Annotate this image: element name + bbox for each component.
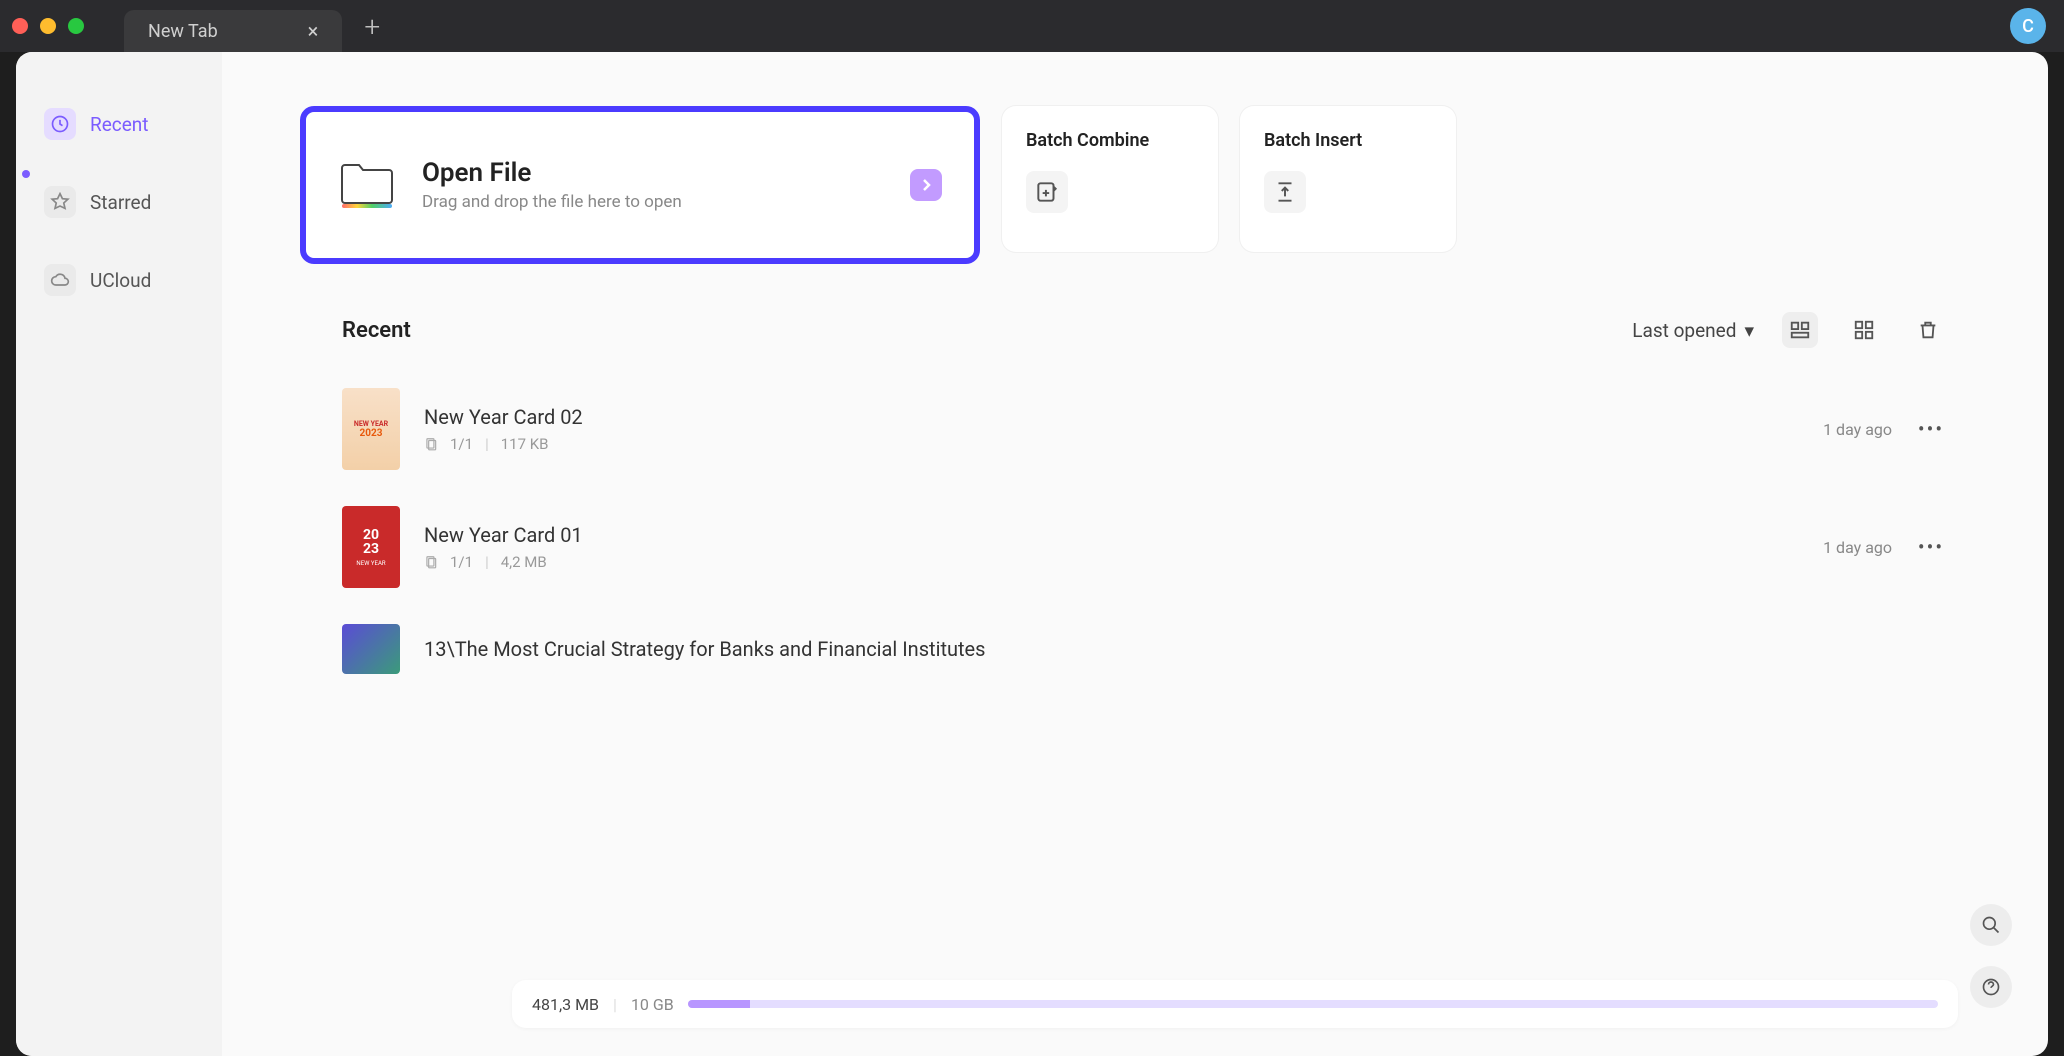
chevron-down-icon: ▾ — [1744, 319, 1754, 342]
meta-separator: | — [485, 553, 489, 571]
section-title: Recent — [300, 318, 411, 343]
file-pages: 1/1 — [450, 553, 473, 571]
grid-view-button[interactable] — [1846, 312, 1882, 348]
close-window-button[interactable] — [12, 18, 28, 34]
combine-icon — [1026, 171, 1068, 213]
file-thumbnail: 2023 NEW YEAR — [342, 506, 400, 588]
batch-insert-card[interactable]: Batch Insert — [1240, 106, 1456, 252]
storage-progress-track — [688, 1000, 1938, 1008]
main-content: Open File Drag and drop the file here to… — [222, 52, 2048, 1056]
avatar-initial: C — [2022, 16, 2034, 37]
search-button[interactable] — [1970, 904, 2012, 946]
storage-total: 10 GB — [631, 995, 674, 1014]
file-list: NEW YEAR 2023 New Year Card 02 1/1 | 117… — [300, 388, 1988, 674]
sort-dropdown[interactable]: Last opened ▾ — [1632, 319, 1754, 342]
sidebar-item-starred[interactable]: Starred — [34, 178, 204, 226]
close-tab-button[interactable]: × — [308, 19, 319, 43]
tab-new-tab[interactable]: New Tab × — [124, 10, 342, 52]
sidebar-item-recent[interactable]: Recent — [34, 100, 204, 148]
file-thumbnail: NEW YEAR 2023 — [342, 388, 400, 470]
sidebar-item-label: Recent — [90, 113, 149, 136]
open-file-title: Open File — [422, 158, 886, 188]
file-meta: 1/1 | 117 KB — [424, 435, 1748, 453]
file-time: 1 day ago — [1772, 538, 1892, 557]
file-row[interactable]: 2023 NEW YEAR New Year Card 01 1/1 | 4,2… — [342, 506, 1946, 588]
file-info: New Year Card 02 1/1 | 117 KB — [424, 405, 1748, 453]
card-title: Batch Insert — [1264, 130, 1432, 151]
help-button[interactable] — [1970, 966, 2012, 1008]
file-thumbnail — [342, 624, 400, 674]
open-file-subtitle: Drag and drop the file here to open — [422, 192, 886, 212]
window-titlebar: New Tab × + C — [0, 0, 2064, 52]
file-info: 13\The Most Crucial Strategy for Banks a… — [424, 637, 1946, 661]
pages-icon — [424, 437, 438, 451]
file-name: New Year Card 01 — [424, 523, 1748, 547]
file-name: New Year Card 02 — [424, 405, 1748, 429]
pages-icon — [424, 555, 438, 569]
sidebar-item-ucloud[interactable]: UCloud — [34, 256, 204, 304]
delete-button[interactable] — [1910, 312, 1946, 348]
clock-icon — [44, 108, 76, 140]
minimize-window-button[interactable] — [40, 18, 56, 34]
file-meta: 1/1 | 4,2 MB — [424, 553, 1748, 571]
section-header: Recent Last opened ▾ — [300, 312, 1988, 348]
section-controls: Last opened ▾ — [1632, 312, 1988, 348]
open-file-card[interactable]: Open File Drag and drop the file here to… — [300, 106, 980, 264]
traffic-lights — [12, 18, 84, 34]
file-name: 13\The Most Crucial Strategy for Banks a… — [424, 637, 1946, 661]
sidebar-item-label: Starred — [90, 191, 151, 214]
file-row[interactable]: 13\The Most Crucial Strategy for Banks a… — [342, 624, 1946, 674]
file-more-button[interactable]: ••• — [1916, 417, 1946, 441]
folder-open-icon — [338, 160, 398, 210]
sidebar-active-dot — [22, 170, 30, 178]
insert-icon — [1264, 171, 1306, 213]
file-size: 117 KB — [501, 435, 549, 453]
top-action-cards: Open File Drag and drop the file here to… — [300, 106, 1988, 264]
maximize-window-button[interactable] — [68, 18, 84, 34]
sidebar-item-label: UCloud — [90, 269, 151, 292]
storage-separator: | — [613, 995, 617, 1014]
card-title: Batch Combine — [1026, 130, 1194, 151]
sidebar: Recent Starred UCloud — [16, 52, 222, 1056]
storage-used: 481,3 MB — [532, 995, 599, 1014]
storage-bar: 481,3 MB | 10 GB — [512, 980, 1958, 1028]
batch-combine-card[interactable]: Batch Combine — [1002, 106, 1218, 252]
open-file-text: Open File Drag and drop the file here to… — [422, 158, 886, 212]
open-file-arrow-button[interactable] — [910, 169, 942, 201]
new-tab-button[interactable]: + — [364, 10, 380, 43]
file-size: 4,2 MB — [501, 553, 547, 571]
list-view-button[interactable] — [1782, 312, 1818, 348]
app-body: Recent Starred UCloud Open File Drag an — [16, 52, 2048, 1056]
file-pages: 1/1 — [450, 435, 473, 453]
avatar[interactable]: C — [2010, 8, 2046, 44]
meta-separator: | — [485, 435, 489, 453]
file-row[interactable]: NEW YEAR 2023 New Year Card 02 1/1 | 117… — [342, 388, 1946, 470]
sort-label: Last opened — [1632, 319, 1736, 342]
file-more-button[interactable]: ••• — [1916, 535, 1946, 559]
star-icon — [44, 186, 76, 218]
file-time: 1 day ago — [1772, 420, 1892, 439]
storage-progress-fill — [688, 1000, 751, 1008]
file-info: New Year Card 01 1/1 | 4,2 MB — [424, 523, 1748, 571]
tab-title: New Tab — [148, 21, 218, 42]
cloud-icon — [44, 264, 76, 296]
